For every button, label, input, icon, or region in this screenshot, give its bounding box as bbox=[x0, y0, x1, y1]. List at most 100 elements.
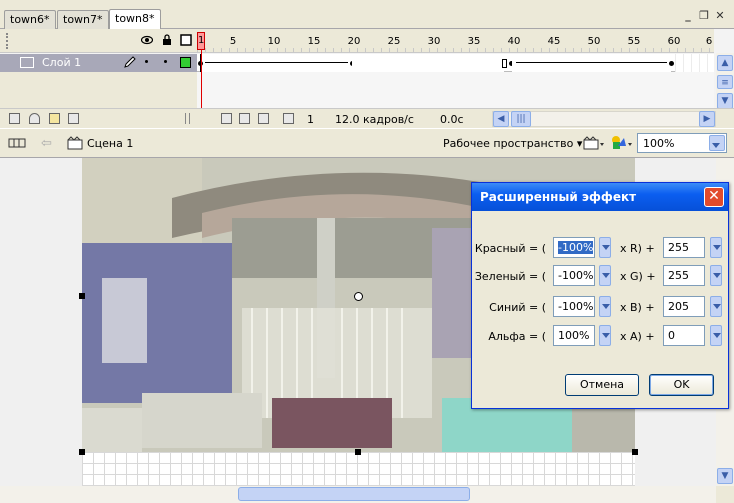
chevron-down-icon[interactable] bbox=[710, 325, 722, 346]
chevron-down-icon[interactable] bbox=[710, 296, 722, 317]
ruler-number: 10 bbox=[267, 36, 281, 47]
frame-ruler[interactable]: 1 5 10 15 20 25 30 35 40 45 50 55 60 6 bbox=[197, 29, 714, 53]
chevron-down-icon[interactable] bbox=[710, 265, 722, 286]
timeline-status-bar: 1 12.0 кадров/с 0.0с ◀ ||| ▶ bbox=[0, 108, 734, 128]
current-frame: 1 bbox=[307, 113, 314, 126]
timeline-panel: 1 5 10 15 20 25 30 35 40 45 50 55 60 6 С… bbox=[0, 29, 734, 133]
alpha-offset-input[interactable]: 0 bbox=[663, 325, 705, 346]
transform-handle[interactable] bbox=[632, 449, 638, 455]
green-offset-input[interactable]: 255 bbox=[663, 265, 705, 286]
layer-row[interactable]: Слой 1 bbox=[0, 54, 714, 72]
end-frame-marker[interactable] bbox=[502, 59, 507, 68]
red-percent-value: -100% bbox=[558, 241, 594, 254]
tab-town7[interactable]: town7* bbox=[57, 10, 109, 29]
motion-guide-icon[interactable] bbox=[29, 113, 40, 124]
center-frame-icon[interactable] bbox=[221, 113, 232, 124]
blue-percent-input[interactable]: -100% bbox=[553, 296, 595, 317]
motion-tween-span[interactable] bbox=[512, 54, 671, 72]
transform-handle[interactable] bbox=[355, 449, 361, 455]
chevron-down-icon[interactable] bbox=[599, 265, 611, 286]
dialog-title-bar[interactable]: Расширенный эффект ✕ bbox=[472, 183, 728, 211]
chevron-down-icon[interactable] bbox=[599, 325, 611, 346]
frame-span[interactable] bbox=[352, 54, 504, 72]
trash-icon[interactable] bbox=[68, 113, 79, 124]
workspace-menu[interactable]: Рабочее пространство ▾ bbox=[443, 137, 582, 150]
outline-color-swatch[interactable] bbox=[180, 57, 191, 68]
chevron-down-icon[interactable] bbox=[709, 135, 725, 151]
green-channel-row: Зеленый = ( -100% x G) + 255 bbox=[472, 265, 728, 287]
scroll-left-icon[interactable]: ◀ bbox=[493, 111, 509, 127]
new-layer-icon[interactable] bbox=[9, 113, 20, 124]
tab-label: town7* bbox=[63, 13, 103, 26]
blue-channel-text: x B) + bbox=[620, 301, 655, 314]
frame-rate: 12.0 кадров/с bbox=[335, 113, 414, 126]
back-arrow-icon[interactable]: ⇦ bbox=[41, 136, 52, 151]
ruler-number: 35 bbox=[467, 36, 481, 47]
close-icon[interactable]: ✕ bbox=[704, 187, 724, 207]
ruler-number: 55 bbox=[627, 36, 641, 47]
tab-town8[interactable]: town8* bbox=[109, 9, 161, 30]
transform-handle[interactable] bbox=[79, 449, 85, 455]
layer-frames[interactable] bbox=[197, 54, 714, 72]
edit-symbol-icon[interactable] bbox=[610, 134, 634, 155]
registration-point[interactable] bbox=[354, 292, 363, 301]
window-controls: _ ❐ ✕ bbox=[682, 9, 726, 22]
resize-grip-icon[interactable] bbox=[185, 113, 190, 124]
chevron-down-icon[interactable] bbox=[599, 237, 611, 258]
scroll-thumb[interactable]: ||| bbox=[511, 111, 531, 127]
edit-scene-icon[interactable] bbox=[583, 135, 605, 154]
pencil-icon bbox=[123, 55, 137, 72]
minimize-button[interactable]: _ bbox=[682, 9, 694, 22]
eye-icon[interactable] bbox=[140, 34, 154, 46]
transform-handle[interactable] bbox=[79, 293, 85, 299]
blue-offset-value: 205 bbox=[668, 300, 689, 313]
layer-list-empty bbox=[0, 72, 197, 109]
playhead-handle[interactable]: 1 bbox=[197, 32, 205, 50]
scroll-down-icon[interactable]: ▼ bbox=[717, 93, 733, 109]
scene-name[interactable]: Сцена 1 bbox=[87, 137, 133, 150]
tab-town6[interactable]: town6* bbox=[4, 10, 56, 29]
stage-grid bbox=[82, 452, 635, 486]
panel-grip-icon[interactable] bbox=[6, 33, 12, 49]
restore-button[interactable]: ❐ bbox=[698, 9, 710, 22]
folder-icon[interactable] bbox=[49, 113, 60, 124]
lock-icon[interactable] bbox=[161, 34, 173, 46]
keyframe[interactable] bbox=[669, 61, 674, 66]
alpha-percent-input[interactable]: 100% bbox=[553, 325, 595, 346]
green-percent-input[interactable]: -100% bbox=[553, 265, 595, 286]
scroll-thumb[interactable] bbox=[238, 487, 470, 501]
cancel-button[interactable]: Отмена bbox=[565, 374, 639, 396]
green-percent-value: -100% bbox=[558, 269, 594, 282]
layer-name-cell[interactable]: Слой 1 bbox=[0, 54, 197, 72]
chevron-down-icon[interactable] bbox=[710, 237, 722, 258]
red-percent-input[interactable]: -100% bbox=[553, 237, 595, 258]
visibility-dot[interactable] bbox=[145, 60, 148, 63]
outline-icon[interactable] bbox=[180, 34, 192, 46]
layer-name: Слой 1 bbox=[42, 56, 82, 69]
stage-horizontal-scrollbar[interactable] bbox=[0, 486, 716, 503]
red-offset-input[interactable]: 255 bbox=[663, 237, 705, 258]
close-button[interactable]: ✕ bbox=[714, 9, 726, 22]
timeline-toggle-icon[interactable] bbox=[8, 135, 26, 154]
empty-frames[interactable] bbox=[675, 54, 714, 72]
green-offset-value: 255 bbox=[668, 269, 689, 282]
scroll-down-icon[interactable]: ▼ bbox=[717, 468, 733, 484]
onion-outline-icon[interactable] bbox=[258, 113, 269, 124]
timeline-horizontal-scrollbar[interactable]: ◀ ||| ▶ bbox=[492, 111, 716, 127]
blue-label: Синий = ( bbox=[489, 301, 546, 314]
onion-markers-icon[interactable] bbox=[283, 113, 294, 124]
ok-button[interactable]: OK bbox=[649, 374, 714, 396]
blue-offset-input[interactable]: 205 bbox=[663, 296, 705, 317]
tab-label: town8* bbox=[115, 12, 155, 25]
zoom-select[interactable]: 100% bbox=[637, 133, 727, 153]
onion-skin-icon[interactable] bbox=[239, 113, 250, 124]
advanced-effect-dialog: Расширенный эффект ✕ Красный = ( -100% x… bbox=[471, 182, 729, 409]
lock-dot[interactable] bbox=[164, 60, 167, 63]
ruler-number: 25 bbox=[387, 36, 401, 47]
chevron-down-icon[interactable] bbox=[599, 296, 611, 317]
scroll-up-icon[interactable]: ▲ bbox=[717, 55, 733, 71]
scroll-right-icon[interactable]: ▶ bbox=[699, 111, 715, 127]
timeline-vertical-scrollbar[interactable]: ▲ ≡ ▼ bbox=[716, 53, 734, 111]
motion-tween-span[interactable] bbox=[200, 54, 352, 72]
scroll-thumb[interactable]: ≡ bbox=[717, 75, 733, 89]
